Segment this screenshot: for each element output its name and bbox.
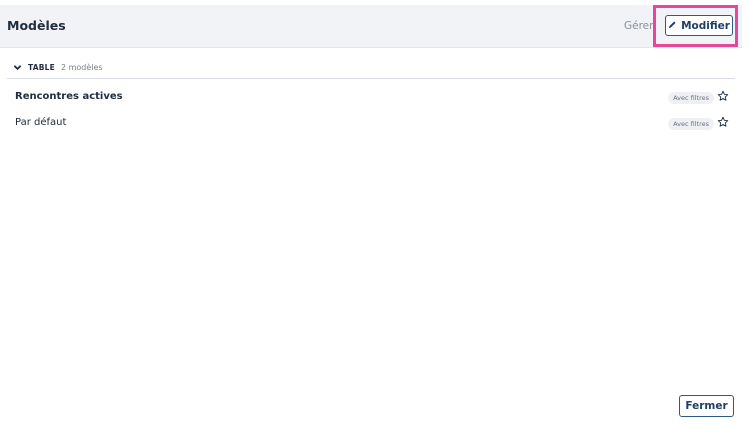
template-name: Par défaut <box>15 117 67 128</box>
section-label: TABLE <box>28 63 55 72</box>
star-outline-icon[interactable] <box>717 116 729 128</box>
close-button[interactable]: Fermer <box>679 395 734 417</box>
filter-badge: Avec filtres <box>668 118 714 130</box>
modal-title: Modèles <box>7 18 66 33</box>
filter-badge: Avec filtres <box>668 92 714 104</box>
template-name: Rencontres actives <box>15 91 123 102</box>
modal-header: Modèles Gérer <box>0 5 742 48</box>
section-count: 2 modèles <box>60 63 103 72</box>
pencil-icon <box>668 20 677 32</box>
edit-button[interactable]: Modifier <box>665 15 733 36</box>
star-outline-icon[interactable] <box>717 90 729 102</box>
manage-link[interactable]: Gérer <box>624 20 653 32</box>
edit-button-label: Modifier <box>681 19 730 32</box>
template-row[interactable]: Rencontres actives Avec filtres <box>0 88 742 108</box>
section-divider <box>7 78 735 79</box>
template-row[interactable]: Par défaut Avec filtres <box>0 114 742 134</box>
chevron-down-icon <box>13 63 22 72</box>
section-header[interactable]: TABLE 2 modèles <box>13 63 103 72</box>
